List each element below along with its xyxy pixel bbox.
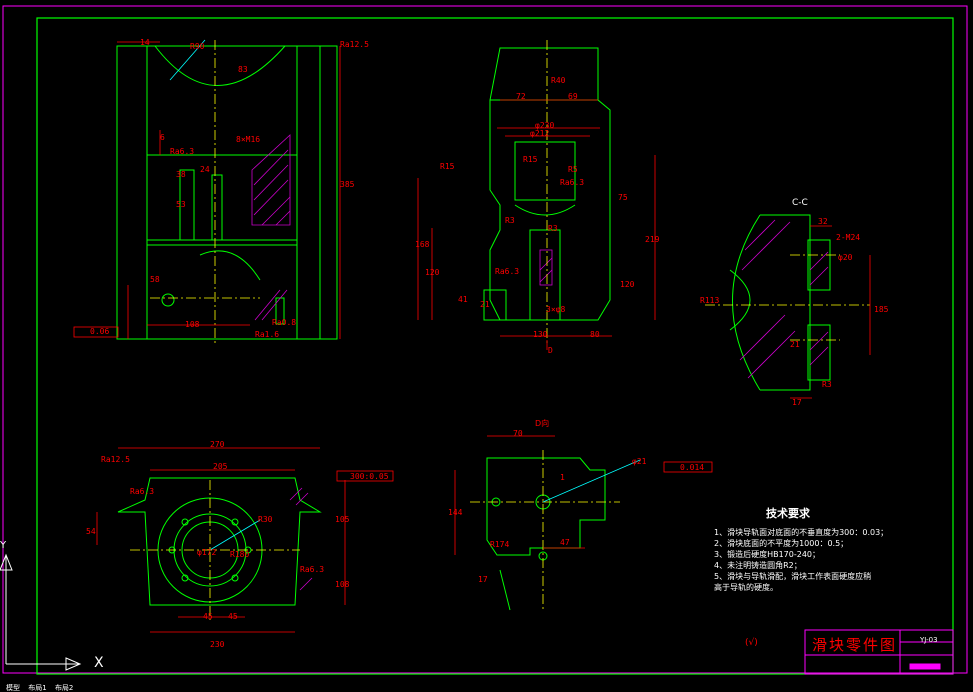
dimension-text: 17 bbox=[792, 398, 802, 407]
dimension-text: R15 bbox=[523, 155, 538, 164]
dimension-text: R40 bbox=[551, 76, 566, 85]
dimension-text: 32 bbox=[818, 217, 828, 226]
dimension-text: Ra0.8 bbox=[272, 318, 297, 327]
dimension-text: 53 bbox=[176, 200, 186, 209]
dimension-text: R15 bbox=[440, 162, 455, 171]
dimension-text: 108 bbox=[335, 580, 350, 589]
dimension-text: Ra6.3 bbox=[560, 178, 585, 187]
tech-req-line: 4、未注明铸造圆角R2； bbox=[714, 561, 802, 570]
dimension-text: 17 bbox=[478, 575, 488, 584]
dimension-text: φ172 bbox=[197, 548, 217, 557]
dimension-text: 6 bbox=[160, 133, 165, 142]
dimension-text: 0.06 bbox=[90, 327, 110, 336]
dimension-text: 205 bbox=[213, 462, 228, 471]
dimension-text: 130 bbox=[533, 330, 548, 339]
dimension-text: 2-M24 bbox=[836, 233, 861, 242]
dimension-text: 38 bbox=[176, 170, 186, 179]
dimension-text: 83 bbox=[238, 65, 248, 74]
dimension-text: Ra6.3 bbox=[130, 487, 155, 496]
dimension-text: 72 bbox=[516, 92, 526, 101]
dimension-text: R90 bbox=[190, 42, 205, 51]
dimension-text: 144 bbox=[448, 508, 463, 517]
dimension-text: 21 bbox=[790, 340, 800, 349]
dimension-text: Ra12.5 bbox=[340, 40, 369, 49]
tech-req-line: 高于导轨的硬度。 bbox=[714, 583, 778, 592]
model-layout-tabs: 模型 布局1 布局2 bbox=[0, 684, 973, 692]
tech-req-line: 5、滑块与导轨滑配，滑块工作表面硬度应稍 bbox=[714, 572, 872, 581]
tech-req-line: 3、锻造后硬度HB170-240； bbox=[714, 550, 821, 559]
dimension-text: R5 bbox=[568, 165, 578, 174]
dimension-text: 24 bbox=[200, 165, 210, 174]
dimension-text: 14 bbox=[140, 38, 150, 47]
title-block-name: 滑块零件图 bbox=[812, 636, 898, 654]
dimension-text: Ra12.5 bbox=[101, 455, 130, 464]
dimension-text: R3 bbox=[548, 224, 558, 233]
dimension-text: R3 bbox=[822, 380, 832, 389]
tab-model[interactable]: 模型 bbox=[6, 684, 20, 692]
dimension-text: 70 bbox=[513, 429, 523, 438]
dimension-text: Ra6.3 bbox=[495, 267, 520, 276]
dimension-text: Ra6.3 bbox=[300, 565, 325, 574]
dimension-text: 0.014 bbox=[680, 463, 705, 472]
dimension-text: 120 bbox=[425, 268, 440, 277]
dimension-text: 21 bbox=[480, 300, 490, 309]
dimension-text: 3×φ8 bbox=[546, 305, 566, 314]
dimension-text: φ20 bbox=[838, 253, 853, 262]
title-block-code: YJ-03 bbox=[920, 636, 938, 644]
dimension-text: 120 bbox=[620, 280, 635, 289]
dimension-text: 75 bbox=[618, 193, 628, 202]
dimension-text: 45 bbox=[203, 612, 213, 621]
dimension-text: 8×M16 bbox=[236, 135, 261, 144]
tech-req-line: 2、滑块底面的不平度为1000：0.5； bbox=[714, 539, 849, 548]
dimension-text: 105 bbox=[335, 515, 350, 524]
dimension-text: 300:0.05 bbox=[350, 472, 389, 481]
dimension-text: 270 bbox=[210, 440, 225, 449]
dimension-text: 54 bbox=[86, 527, 96, 536]
dimension-text: 41 bbox=[458, 295, 468, 304]
ucs-x-label: X bbox=[94, 655, 104, 671]
tab-layout1[interactable]: 布局1 bbox=[28, 684, 46, 692]
technical-requirements: 技术要求 1、滑块导轨面对底面的不垂直度为300：0.03； 2、滑块底面的不平… bbox=[714, 505, 894, 593]
dimension-text: Ra1.6 bbox=[255, 330, 280, 339]
dimension-text: R3 bbox=[505, 216, 515, 225]
dimension-text: 219 bbox=[645, 235, 660, 244]
dimension-text: 168 bbox=[415, 240, 430, 249]
dimension-text: R113 bbox=[700, 296, 720, 305]
roughness-note: (√) bbox=[745, 638, 758, 648]
tech-req-line: 1、滑块导轨面对底面的不垂直度为300：0.03； bbox=[714, 528, 889, 537]
ucs-y-label: Y bbox=[0, 540, 7, 551]
view-label: D向 bbox=[535, 419, 550, 428]
dimension-text: 108 bbox=[185, 320, 200, 329]
dimension-text: φ21 bbox=[632, 457, 647, 466]
dimension-text: 69 bbox=[568, 92, 578, 101]
dimension-text: 45 bbox=[228, 612, 238, 621]
dimension-text: 385 bbox=[340, 180, 355, 189]
section-label: C-C bbox=[792, 198, 808, 208]
dimension-text: R30 bbox=[258, 515, 273, 524]
dimension-text: R180 bbox=[230, 550, 250, 559]
dimension-text: 80 bbox=[590, 330, 600, 339]
dimension-text: φ212 bbox=[530, 129, 550, 138]
dimension-text: 58 bbox=[150, 275, 160, 284]
dimension-text: 47 bbox=[560, 538, 570, 547]
tab-layout2[interactable]: 布局2 bbox=[55, 684, 73, 692]
dimension-text: D bbox=[548, 346, 553, 355]
dimension-text: Ra6.3 bbox=[170, 147, 195, 156]
dimension-text: 185 bbox=[874, 305, 889, 314]
dimension-text: 230 bbox=[210, 640, 225, 649]
dimension-text: R174 bbox=[490, 540, 510, 549]
tech-req-title: 技术要求 bbox=[766, 507, 810, 520]
dimension-text: 1 bbox=[560, 473, 565, 482]
